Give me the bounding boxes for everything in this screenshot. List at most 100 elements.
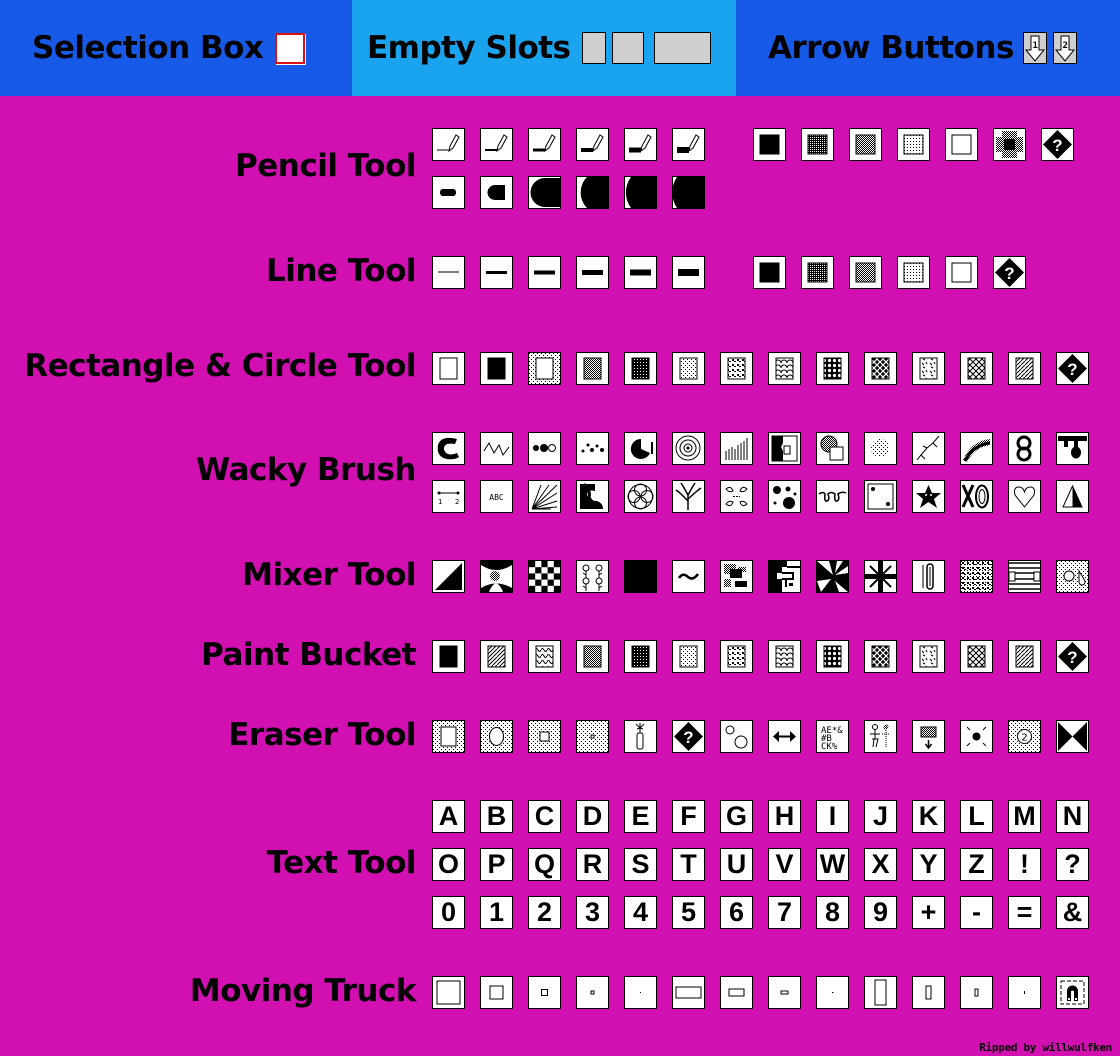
tool-option-rect-filled[interactable] xyxy=(480,352,513,385)
stamp-letter-I[interactable]: I xyxy=(816,800,849,833)
stamp-letter-Q[interactable]: Q xyxy=(528,848,561,881)
stamp-letter-&[interactable]: & xyxy=(1056,896,1089,929)
tool-option-wacky-xo[interactable] xyxy=(960,480,993,513)
stamp-letter-D[interactable]: D xyxy=(576,800,609,833)
tool-option-wacky-spray-dots[interactable] xyxy=(864,432,897,465)
tool-option-brush-size-6[interactable] xyxy=(672,176,705,209)
stamp-letter-1[interactable]: 1 xyxy=(480,896,513,929)
tool-option-rect-diamond[interactable] xyxy=(960,352,993,385)
tool-option-rect-blobs[interactable] xyxy=(720,352,753,385)
tool-option-fill-black[interactable] xyxy=(753,128,786,161)
tool-option-rect-scales[interactable] xyxy=(768,352,801,385)
stamp-letter-+[interactable]: + xyxy=(912,896,945,929)
tool-option-select-tall-xl[interactable] xyxy=(864,976,897,1009)
stamp-letter-E[interactable]: E xyxy=(624,800,657,833)
stamp-letter-M[interactable]: M xyxy=(1008,800,1041,833)
tool-option-wacky-rainbow-arc[interactable] xyxy=(960,432,993,465)
tool-option-rect-circles-dark[interactable] xyxy=(816,352,849,385)
tool-option-mixer-squiggle[interactable] xyxy=(672,560,705,593)
stamp-letter-F[interactable]: F xyxy=(672,800,705,833)
tool-option-rect-checker[interactable] xyxy=(576,352,609,385)
tool-option-bucket-circles-dark[interactable] xyxy=(816,640,849,673)
tool-option-wacky-rings[interactable] xyxy=(672,432,705,465)
tool-option-mixer-stripes[interactable] xyxy=(624,560,657,593)
stamp-letter-3[interactable]: 3 xyxy=(576,896,609,929)
tool-option-pencil-size-3[interactable] xyxy=(528,128,561,161)
tool-option-select-tall-m[interactable] xyxy=(960,976,993,1009)
tool-option-pencil-size-5[interactable] xyxy=(624,128,657,161)
tool-option-select-tall-s[interactable] xyxy=(1008,976,1041,1009)
stamp-letter-W[interactable]: W xyxy=(816,848,849,881)
stamp-letter-O[interactable]: O xyxy=(432,848,465,881)
tool-option-mixer-diagonal[interactable] xyxy=(432,560,465,593)
tool-option-select-rect-xs[interactable] xyxy=(624,976,657,1009)
tool-option-rect-diagonal[interactable] xyxy=(1008,352,1041,385)
tool-option-bucket-blobs[interactable] xyxy=(720,640,753,673)
tool-option-mixer-pixelate[interactable] xyxy=(720,560,753,593)
tool-option-brush-size-1[interactable] xyxy=(432,176,465,209)
stamp-letter-V[interactable]: V xyxy=(768,848,801,881)
tool-option-wacky-triangle[interactable] xyxy=(1056,480,1089,513)
tool-option-fill-checker[interactable] xyxy=(849,128,882,161)
stamp-letter-T[interactable]: T xyxy=(672,848,705,881)
tool-option-select-rect-l[interactable] xyxy=(480,976,513,1009)
tool-option-mixer-fan[interactable] xyxy=(480,560,513,593)
tool-option-fill-spray[interactable] xyxy=(993,128,1026,161)
tool-option-wacky-mirror[interactable] xyxy=(768,432,801,465)
tool-option-bucket-bricks[interactable] xyxy=(480,640,513,673)
tool-option-wacky-lightning[interactable] xyxy=(912,432,945,465)
tool-option-eraser-circle[interactable] xyxy=(480,720,513,753)
tool-option-wacky-drip[interactable] xyxy=(1056,432,1089,465)
tool-option-bucket-checker[interactable] xyxy=(576,640,609,673)
tool-option-mixer-blinds[interactable] xyxy=(1008,560,1041,593)
stamp-letter-J[interactable]: J xyxy=(864,800,897,833)
tool-option-pencil-size-1[interactable] xyxy=(432,128,465,161)
tool-option-wacky-kaleido[interactable] xyxy=(720,480,753,513)
tool-option-wacky-bubbles[interactable] xyxy=(528,432,561,465)
tool-option-rect-sparse-dots[interactable] xyxy=(672,352,705,385)
tool-option-fill-black[interactable] xyxy=(753,256,786,289)
tool-option-pencil-size-4[interactable] xyxy=(576,128,609,161)
tool-option-mixer-flowers[interactable] xyxy=(576,560,609,593)
empty-slot-small-2[interactable] xyxy=(611,32,644,64)
tool-option-line-width-4[interactable] xyxy=(576,256,609,289)
tool-option-rect-dots-black[interactable] xyxy=(624,352,657,385)
tool-option-random-question[interactable]: ? xyxy=(1041,128,1074,161)
tool-option-mixer-slot[interactable] xyxy=(912,560,945,593)
stamp-letter-P[interactable]: P xyxy=(480,848,513,881)
tool-option-select-rect-s[interactable] xyxy=(576,976,609,1009)
stamp-letter-Z[interactable]: Z xyxy=(960,848,993,881)
tool-option-fill-light-dots[interactable] xyxy=(897,256,930,289)
tool-option-fill-white[interactable] xyxy=(945,128,978,161)
tool-option-wacky-abc[interactable]: ABC xyxy=(480,480,513,513)
tool-option-wacky-heart[interactable] xyxy=(1008,480,1041,513)
stamp-letter-5[interactable]: 5 xyxy=(672,896,705,929)
tool-option-eraser-implode[interactable] xyxy=(960,720,993,753)
tool-option-rect-cracks[interactable] xyxy=(912,352,945,385)
tool-option-bucket-dots-black[interactable] xyxy=(624,640,657,673)
tool-option-wacky-checker-circle[interactable] xyxy=(816,432,849,465)
stamp-letter--[interactable]: - xyxy=(960,896,993,929)
tool-option-brush-size-5[interactable] xyxy=(624,176,657,209)
arrow-down-2-button[interactable]: 2 xyxy=(1052,32,1077,64)
tool-option-wacky-zigzag[interactable] xyxy=(480,432,513,465)
tool-option-wacky-rays[interactable] xyxy=(528,480,561,513)
tool-option-line-width-5[interactable] xyxy=(624,256,657,289)
stamp-letter-K[interactable]: K xyxy=(912,800,945,833)
tool-option-wacky-knot[interactable] xyxy=(1008,432,1041,465)
tool-option-fill-white[interactable] xyxy=(945,256,978,289)
tool-option-wacky-loops[interactable] xyxy=(816,480,849,513)
tool-option-eraser-medium[interactable] xyxy=(528,720,561,753)
tool-option-bucket-cracks[interactable] xyxy=(912,640,945,673)
tool-option-fill-light-dots[interactable] xyxy=(897,128,930,161)
stamp-letter-C[interactable]: C xyxy=(528,800,561,833)
stamp-letter-G[interactable]: G xyxy=(720,800,753,833)
tool-option-eraser-drop[interactable] xyxy=(912,720,945,753)
tool-option-select-tall-l[interactable] xyxy=(912,976,945,1009)
tool-option-bucket-sparse-dots[interactable] xyxy=(672,640,705,673)
tool-option-pencil-size-6[interactable] xyxy=(672,128,705,161)
tool-option-line-width-1[interactable] xyxy=(432,256,465,289)
tool-option-mixer-checkerboard[interactable] xyxy=(528,560,561,593)
stamp-letter-6[interactable]: 6 xyxy=(720,896,753,929)
stamp-letter-X[interactable]: X xyxy=(864,848,897,881)
